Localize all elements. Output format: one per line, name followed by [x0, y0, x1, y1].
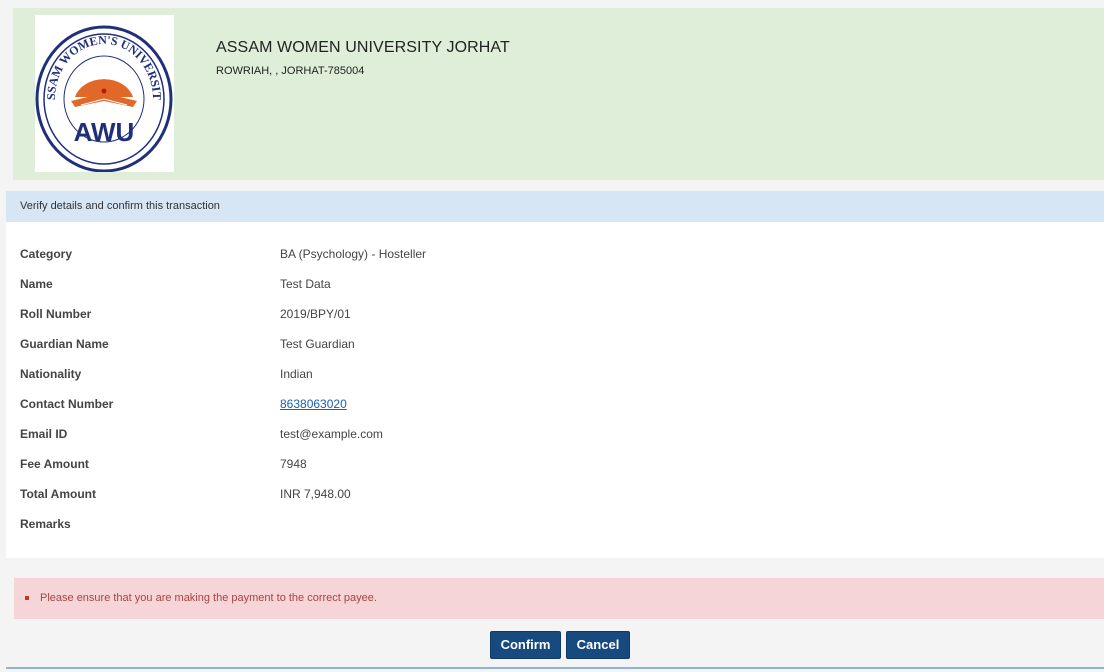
detail-row-guardian-name: Guardian Name Test Guardian	[6, 337, 1104, 367]
detail-value: Test Guardian	[280, 337, 355, 351]
verify-bar: Verify details and confirm this transact…	[6, 191, 1104, 222]
detail-row-email: Email ID test@example.com	[6, 427, 1104, 457]
payee-warning-alert: Please ensure that you are making the pa…	[14, 578, 1104, 619]
institution-address: ROWRIAH, , JORHAT-785004	[216, 65, 365, 77]
detail-label: Nationality	[20, 367, 82, 381]
bottom-divider	[6, 667, 1104, 669]
detail-value: 7948	[280, 457, 307, 471]
detail-label: Total Amount	[20, 487, 96, 501]
verify-instruction: Verify details and confirm this transact…	[20, 200, 220, 212]
detail-value: test@example.com	[280, 427, 383, 441]
detail-value: Indian	[280, 367, 313, 381]
contact-number-link[interactable]: 8638063020	[280, 397, 347, 411]
cancel-button[interactable]: Cancel	[566, 631, 630, 659]
detail-label: Remarks	[20, 517, 71, 531]
detail-label: Contact Number	[20, 397, 114, 411]
detail-row-roll-number: Roll Number 2019/BPY/01	[6, 307, 1104, 337]
header-banner: ASSAM WOMEN'S UNIVERSITY AWU ASSAM WOMEN…	[13, 8, 1104, 180]
confirm-button[interactable]: Confirm	[490, 631, 561, 659]
detail-row-nationality: Nationality Indian	[6, 367, 1104, 397]
details-panel: Category BA (Psychology) - Hosteller Nam…	[6, 222, 1104, 558]
university-logo: ASSAM WOMEN'S UNIVERSITY AWU	[35, 15, 174, 172]
action-bar: Confirm Cancel	[0, 628, 1104, 660]
detail-row-contact-number: Contact Number 8638063020	[6, 397, 1104, 427]
detail-value: BA (Psychology) - Hosteller	[280, 247, 427, 261]
detail-row-total-amount: Total Amount INR 7,948.00	[6, 487, 1104, 517]
detail-label: Name	[20, 277, 53, 291]
detail-value: INR 7,948.00	[280, 487, 351, 501]
detail-label: Roll Number	[20, 307, 92, 321]
detail-row-remarks: Remarks	[6, 517, 1104, 547]
detail-value: Test Data	[280, 277, 331, 291]
detail-label: Guardian Name	[20, 337, 109, 351]
bullet-icon	[25, 596, 29, 600]
detail-label: Email ID	[20, 427, 68, 441]
detail-label: Category	[20, 247, 73, 261]
detail-row-fee-amount: Fee Amount 7948	[6, 457, 1104, 487]
detail-value: 2019/BPY/01	[280, 307, 351, 321]
institution-name: ASSAM WOMEN UNIVERSITY JORHAT	[216, 39, 510, 56]
detail-label: Fee Amount	[20, 457, 89, 471]
detail-row-category: Category BA (Psychology) - Hosteller	[6, 247, 1104, 277]
detail-row-name: Name Test Data	[6, 277, 1104, 307]
logo-abbreviation: AWU	[74, 117, 135, 147]
university-seal-icon: ASSAM WOMEN'S UNIVERSITY AWU	[35, 15, 173, 172]
alert-message: Please ensure that you are making the pa…	[40, 592, 377, 604]
